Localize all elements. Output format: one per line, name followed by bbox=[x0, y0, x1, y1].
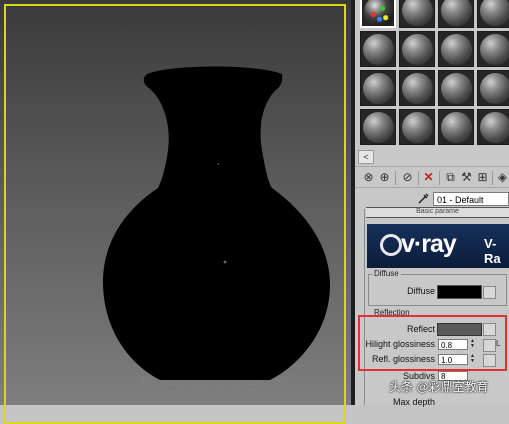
unique-icon[interactable]: ⚒ bbox=[459, 170, 474, 185]
sample-slot-5[interactable] bbox=[360, 31, 396, 67]
assign-icon[interactable]: ⊕ bbox=[377, 170, 392, 185]
scroll-left-button[interactable]: < bbox=[358, 150, 374, 164]
reflect-label: Reflect bbox=[406, 324, 435, 334]
refl-glossiness-spinner[interactable]: ▲ ▼ bbox=[469, 354, 476, 365]
reset-icon[interactable]: ⊘ bbox=[400, 170, 415, 185]
material-preview-sphere bbox=[441, 0, 472, 26]
material-preview-sphere bbox=[441, 112, 472, 143]
lock-hilight-button[interactable]: L bbox=[496, 338, 505, 349]
sample-slot-3[interactable] bbox=[438, 0, 474, 28]
material-preview-sphere bbox=[363, 34, 394, 65]
reflect-map-button[interactable] bbox=[483, 323, 496, 336]
vray-banner-title: V-Ra bbox=[484, 236, 501, 266]
material-preview-sphere bbox=[363, 73, 394, 104]
toolbar-separator bbox=[418, 171, 419, 185]
hilight-glossiness-input[interactable]: 0.8 bbox=[438, 339, 468, 350]
basic-parameters-rollout-header[interactable]: Basic parame bbox=[366, 207, 509, 218]
material-editor-toolbar: ⊗ ⊕ ⊘ ✕ ⧉ ⚒ ⊞ ◈ bbox=[355, 166, 509, 188]
toolbar-separator bbox=[395, 171, 396, 185]
material-preview-sphere bbox=[402, 112, 433, 143]
sample-slot-6[interactable] bbox=[399, 31, 435, 67]
sample-slot-15[interactable] bbox=[438, 109, 474, 145]
vray-logo-text: v·ray bbox=[401, 230, 457, 258]
sample-slot-8[interactable] bbox=[477, 31, 509, 67]
diffuse-color-swatch[interactable] bbox=[437, 285, 482, 299]
vray-logo-mark bbox=[380, 234, 402, 256]
material-preview-sphere bbox=[480, 0, 509, 26]
material-name-field[interactable]: 01 - Default bbox=[433, 192, 509, 206]
diffuse-map-button[interactable] bbox=[483, 286, 496, 299]
material-preview-sphere bbox=[441, 73, 472, 104]
material-preview-sphere bbox=[363, 112, 394, 143]
hilight-glossiness-label: Hilight glossiness bbox=[365, 339, 435, 349]
toolbar-separator bbox=[492, 171, 493, 185]
watermark: 头条 @彩鼎室教育 bbox=[389, 380, 489, 394]
sample-slot-1[interactable] bbox=[360, 0, 396, 28]
material-preview-sphere bbox=[402, 34, 433, 65]
material-effects-icon[interactable]: ◈ bbox=[495, 170, 509, 185]
refl-glossiness-label: Refl. glossiness bbox=[371, 354, 435, 364]
sample-slot-2[interactable] bbox=[399, 0, 435, 28]
diffuse-group-title: Diffuse bbox=[372, 269, 401, 278]
hilight-glossiness-spinner[interactable]: ▲ ▼ bbox=[469, 339, 476, 350]
put-to-scene-icon[interactable]: ⊗ bbox=[361, 170, 376, 185]
copy-icon[interactable]: ⧉ bbox=[443, 170, 458, 185]
material-preview-sphere bbox=[441, 34, 472, 65]
reflect-color-swatch[interactable] bbox=[437, 323, 482, 336]
max-depth-label: Max depth bbox=[392, 397, 435, 407]
material-preview-sphere bbox=[402, 73, 433, 104]
refl-map-button[interactable] bbox=[483, 354, 496, 367]
material-preview-sphere bbox=[402, 0, 433, 26]
sample-slot-10[interactable] bbox=[399, 70, 435, 106]
diffuse-label: Diffuse bbox=[407, 286, 435, 296]
hilight-map-button[interactable] bbox=[483, 339, 496, 352]
sample-slot-9[interactable] bbox=[360, 70, 396, 106]
sample-slot-16[interactable] bbox=[477, 109, 509, 145]
sample-slot-13[interactable] bbox=[360, 109, 396, 145]
vray-banner: v·ray V-Ra bbox=[367, 224, 509, 268]
eyedropper-icon[interactable] bbox=[416, 192, 430, 206]
material-preview-sphere bbox=[364, 0, 394, 26]
refl-glossiness-input[interactable]: 1.0 bbox=[438, 354, 468, 365]
put-to-library-icon[interactable]: ⊞ bbox=[475, 170, 490, 185]
toolbar-separator bbox=[439, 171, 440, 185]
delete-icon[interactable]: ✕ bbox=[421, 170, 436, 185]
material-preview-sphere bbox=[480, 34, 509, 65]
sample-slot-11[interactable] bbox=[438, 70, 474, 106]
vase-silhouette bbox=[103, 66, 330, 387]
material-preview-sphere bbox=[480, 112, 509, 143]
material-preview-sphere bbox=[480, 73, 509, 104]
sample-slot-14[interactable] bbox=[399, 109, 435, 145]
sample-slot-4[interactable] bbox=[477, 0, 509, 28]
sample-slot-7[interactable] bbox=[438, 31, 474, 67]
perspective-viewport[interactable] bbox=[0, 0, 351, 424]
sample-slot-12[interactable] bbox=[477, 70, 509, 106]
